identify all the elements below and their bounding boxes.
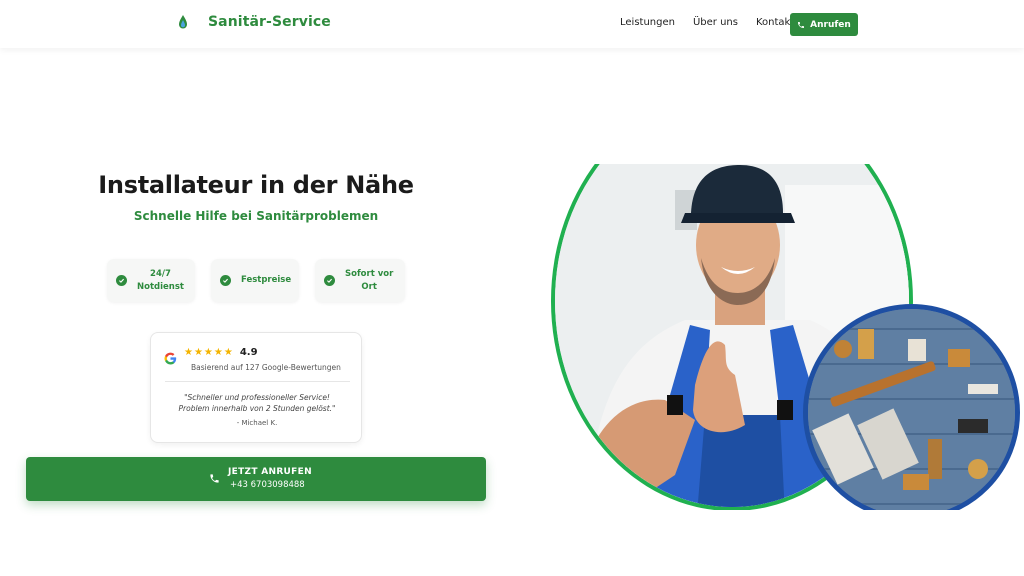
site-header: Sanitär-Service Leistungen Über uns Kont… bbox=[0, 0, 1024, 48]
phone-number: +43 6703098488 bbox=[230, 480, 305, 490]
badge-festpreise: Festpreise bbox=[211, 259, 299, 302]
brand-name: Sanitär-Service bbox=[208, 14, 331, 30]
header-call-button[interactable]: Anrufen bbox=[790, 13, 858, 36]
phone-icon bbox=[210, 474, 219, 483]
call-now-label: JETZT ANRUFEN bbox=[228, 467, 312, 477]
water-drop-icon bbox=[179, 15, 187, 29]
divider bbox=[165, 381, 350, 382]
review-quote: "Schneller und professioneller Service! P… bbox=[178, 393, 336, 413]
badge-notdienst: 24/7 Notdienst bbox=[107, 259, 195, 302]
nav-item-kontakt[interactable]: Kontakt bbox=[756, 17, 794, 28]
google-icon bbox=[164, 352, 177, 365]
phone-icon bbox=[798, 21, 805, 28]
rating-value: 4.9 bbox=[239, 347, 258, 358]
check-icon bbox=[324, 275, 335, 286]
nav-item-ueber-uns[interactable]: Über uns bbox=[693, 17, 738, 28]
badge-label: 24/7 Notdienst bbox=[137, 268, 184, 292]
check-icon bbox=[116, 275, 127, 286]
nav-item-leistungen[interactable]: Leistungen bbox=[620, 17, 675, 28]
review-card: ★★★★★ 4.9 Basierend auf 127 Google-Bewer… bbox=[150, 332, 362, 443]
review-count: Basierend auf 127 Google-Bewertungen bbox=[191, 363, 341, 372]
badge-label: Sofort vor Ort bbox=[345, 268, 394, 292]
main-nav: Leistungen Über uns Kontakt bbox=[620, 17, 794, 28]
badge-sofort-vor-ort: Sofort vor Ort bbox=[315, 259, 405, 302]
call-now-button[interactable]: JETZT ANRUFEN +43 6703098488 bbox=[26, 457, 486, 501]
badge-label: Festpreise bbox=[241, 275, 292, 285]
page-title: Installateur in der Nähe bbox=[98, 171, 414, 199]
star-rating: ★★★★★ 4.9 bbox=[184, 347, 258, 358]
pipes-fittings-illustration bbox=[808, 309, 1015, 510]
hero-images bbox=[551, 164, 1024, 510]
review-author: - Michael K. bbox=[236, 419, 278, 427]
plumbing-parts-photo bbox=[803, 304, 1020, 510]
page-subtitle: Schnelle Hilfe bei Sanitärproblemen bbox=[133, 209, 379, 223]
brand-logo[interactable]: Sanitär-Service bbox=[176, 14, 331, 30]
check-icon bbox=[220, 275, 231, 286]
stars-icon: ★★★★★ bbox=[184, 347, 234, 358]
header-call-label: Anrufen bbox=[810, 19, 851, 30]
